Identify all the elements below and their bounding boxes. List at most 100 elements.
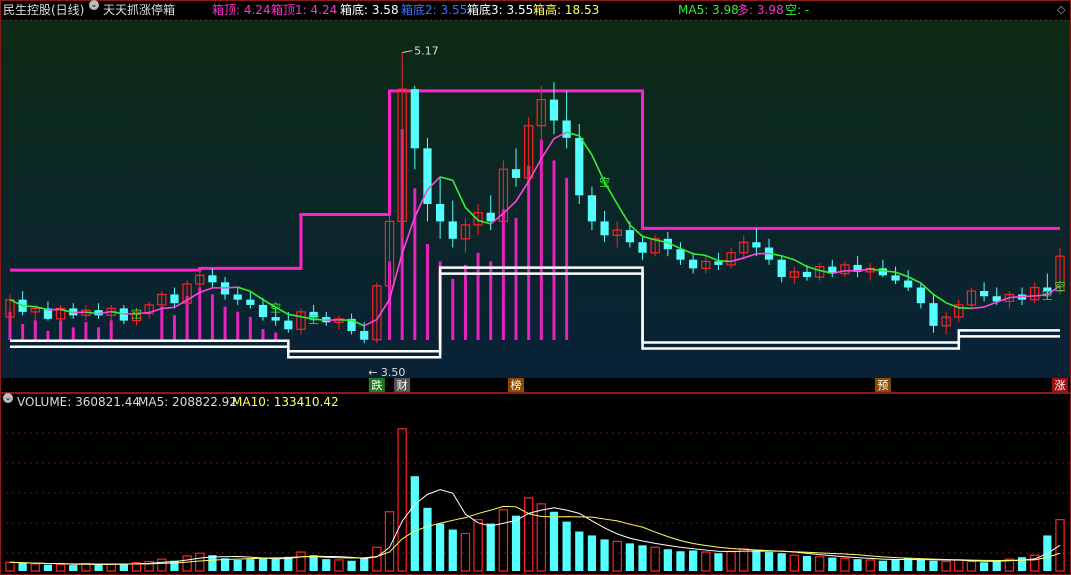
volume-bar <box>43 564 53 571</box>
volume-bar <box>676 551 685 571</box>
volume-bar <box>511 515 521 571</box>
volume-label: VOLUME: 360821.44 <box>17 395 140 409</box>
volume-bar <box>460 532 471 572</box>
volume-bar <box>271 559 280 571</box>
histogram-bar <box>59 320 63 340</box>
volume-bar <box>638 545 647 571</box>
volume-bar <box>523 497 534 572</box>
histogram-bar <box>413 188 417 340</box>
volume-bar <box>878 560 888 571</box>
volume-ma5-label: MA5: 208822.92 <box>138 395 237 409</box>
event-marker-label: 预 <box>877 379 888 392</box>
histogram-bar <box>21 323 25 340</box>
indicator-name[interactable]: 天天抓涨停箱 <box>103 0 175 20</box>
volume-bar <box>119 563 128 571</box>
histogram-bar <box>236 311 240 340</box>
diamond-icon[interactable]: ◇ <box>1057 0 1065 20</box>
kong-label: 空: - <box>785 3 810 17</box>
candle-body <box>360 331 369 340</box>
volume-bar <box>195 552 205 572</box>
volume-bar <box>549 511 559 571</box>
kong-marker: 空 <box>308 312 319 326</box>
histogram-bar <box>248 316 252 340</box>
volume-bar <box>309 555 318 571</box>
volume-bar <box>600 539 609 571</box>
candle-body <box>802 271 812 278</box>
histogram-bar <box>71 327 75 340</box>
candle-body <box>676 249 685 260</box>
histogram-bar <box>539 139 543 340</box>
volume-bar <box>941 560 951 572</box>
volume-bar <box>929 560 938 571</box>
volume-ma10-line <box>9 505 1061 565</box>
volume-bar <box>397 428 407 572</box>
box-top-label: 箱顶: 4.24 <box>212 3 271 17</box>
volume-bar <box>802 555 812 571</box>
volume-bar <box>701 551 711 572</box>
volume-bar <box>663 549 672 571</box>
histogram-bar <box>198 287 202 340</box>
event-marker-label: 涨 <box>1055 379 1066 392</box>
volume-bar <box>334 559 344 572</box>
candle-body <box>625 230 634 243</box>
candle-body <box>929 303 938 326</box>
histogram-bar <box>46 330 50 340</box>
volume-bar <box>170 560 179 571</box>
volume-bar <box>410 476 419 571</box>
volume-bar <box>840 557 850 572</box>
kong-marker: 空 <box>131 307 142 321</box>
candle-body <box>486 212 495 222</box>
kong-marker: 空 <box>1042 288 1053 302</box>
histogram-bar <box>172 315 176 340</box>
volume-bar <box>954 559 964 572</box>
volume-bar <box>865 559 875 572</box>
volume-chart-panel[interactable]: ⌄ VOLUME: 360821.44 MA5: 208822.92 MA10:… <box>0 393 1071 575</box>
volume-bar <box>55 563 66 572</box>
histogram-bar <box>274 332 278 340</box>
candle-body <box>891 275 900 281</box>
kong-marker: 空 <box>1055 279 1066 293</box>
volume-bar <box>498 509 509 572</box>
volume-bar <box>650 546 660 572</box>
histogram-bar <box>451 278 455 340</box>
candle-body <box>258 304 268 318</box>
volume-bar <box>689 550 698 571</box>
volume-bar <box>18 563 27 571</box>
event-marker-label: 跌 <box>371 378 382 392</box>
kong-marker: 空 <box>270 300 281 314</box>
volume-bar <box>612 540 622 572</box>
volume-bar <box>94 564 103 571</box>
histogram-bar <box>514 217 518 340</box>
volume-bar <box>891 559 900 571</box>
kong-marker: 空 <box>599 175 610 189</box>
price-header: 民生控股(日线) ⌄ 天天抓涨停箱 箱顶: 4.24 箱顶1: 4.24 箱底:… <box>0 0 1071 20</box>
box-bottom-label: 箱底: 3.58 <box>340 3 399 17</box>
price-chart[interactable]: 空空空空空空5.17← 3.50跌财榜预涨 <box>0 0 1071 393</box>
volume-panel-border <box>0 393 1071 575</box>
volume-bar <box>575 531 584 571</box>
histogram-bar <box>552 160 556 340</box>
candle-body <box>562 120 571 138</box>
candle-body <box>575 137 584 196</box>
histogram-bar <box>565 177 569 340</box>
volume-bar <box>764 552 774 571</box>
volume-bar <box>182 555 192 572</box>
price-chart-panel[interactable]: 空空空空空空 5.17 ← 3.50 跌财榜预涨 民生控股(日线) ⌄ 天天抓涨停箱 … <box>0 0 1071 393</box>
candle-body <box>170 294 179 304</box>
candle-body <box>436 204 445 222</box>
histogram-bar <box>109 320 113 340</box>
candle-body <box>638 242 647 253</box>
candle-body <box>916 287 925 304</box>
volume-chart[interactable] <box>0 393 1071 575</box>
volume-bar <box>966 560 977 572</box>
candle-body <box>246 299 255 305</box>
candle-body <box>714 261 723 265</box>
volume-bar <box>360 557 369 571</box>
volume-bar <box>296 551 306 572</box>
volume-bar <box>347 560 356 571</box>
volume-ma10-label: MA10: 133410.42 <box>232 395 339 409</box>
volume-bar <box>258 557 268 571</box>
candle-body <box>549 99 559 121</box>
histogram-bar <box>425 244 429 340</box>
volume-bar <box>587 535 597 571</box>
